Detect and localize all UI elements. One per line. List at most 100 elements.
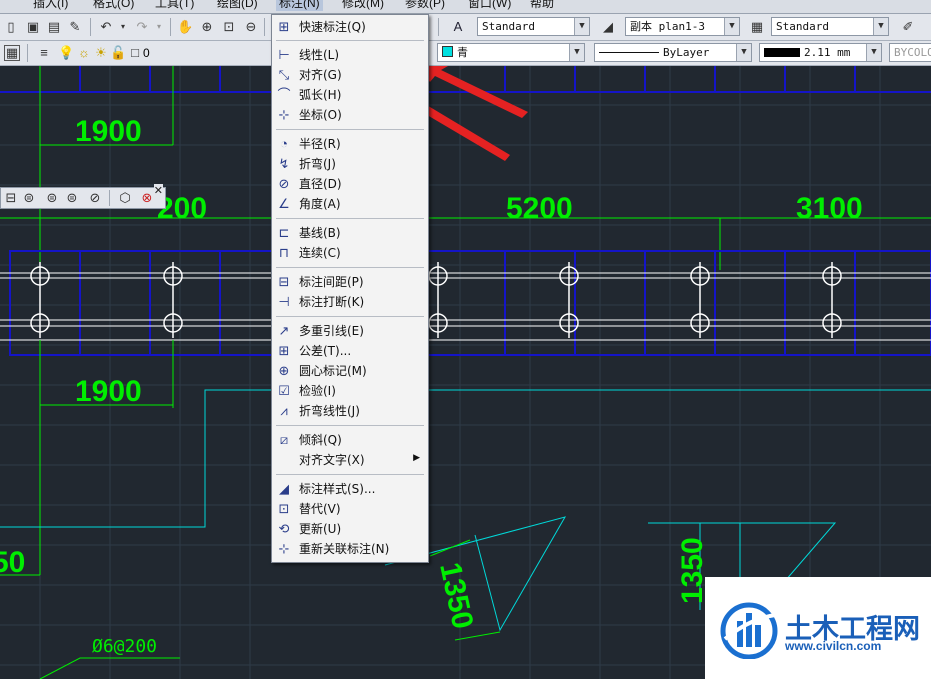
no-icon[interactable]: ⊘ [87,190,103,206]
layer-manager-icon[interactable]: ▦ [4,45,20,61]
menu-item-reassociate[interactable]: ⊹ 重新关联标注(N) [272,540,428,558]
arc-length-icon: ⌒ [277,87,291,102]
dimension-menu: ⊞ 快速标注(Q) ⊢ 线性(L) ⤡ 对齐(G) ⌒ 弧长(H) ⊹ 坐标(O) ◔ 半径… [271,14,429,563]
menu-item-label: 线性(L) [299,48,340,62]
linetype-select[interactable]: ByLayer ▼ [594,43,752,62]
pan-icon[interactable]: ✋ [177,19,193,35]
undo-icon[interactable]: ↶ [98,19,114,35]
plotstyle-select[interactable]: BYCOLOR [889,43,931,62]
dim-style-icon: ◢ [279,481,289,496]
zoom-realtime-icon[interactable]: ⊕ [199,19,215,35]
menu-item-label: 角度(A) [299,197,341,211]
layer-name[interactable]: 0 [143,46,150,60]
menu-item-diameter[interactable]: ⊘ 直径(D) [272,175,428,193]
linetype-sample [599,52,659,53]
cylinder-subtract-icon[interactable]: ⊜ [64,190,80,206]
chevron-down-icon: ▼ [866,44,881,61]
menu-item-continue[interactable]: ⊓ 连续(C) [272,244,428,262]
text-style-select[interactable]: Standard ▼ [477,17,590,36]
menu-item-ordinate[interactable]: ⊹ 坐标(O) [272,106,428,124]
cylinder-icon[interactable]: ⊜ [21,190,37,206]
menu-parameters[interactable]: 参数(P) [405,0,445,11]
menu-item-dim-break[interactable]: ⊣ 标注打断(K) [272,293,428,311]
dim-style-select[interactable]: 副本 plan1-3 ▼ [625,17,740,36]
menu-dimension[interactable]: 标注(N) [276,0,323,11]
menu-item-multileader[interactable]: ↗ 多重引线(E) [272,322,428,340]
menu-item-dim-space[interactable]: ⊟ 标注间距(P) [272,273,428,291]
quick-dimension-icon: ⊞ [278,19,290,34]
menu-item-dim-style[interactable]: ◢ 标注样式(S)... [272,480,428,498]
menu-item-quick-dimension[interactable]: ⊞ 快速标注(Q) [272,18,428,36]
brush-icon[interactable]: ✎ [67,19,83,35]
menu-item-label: 更新(U) [299,522,342,536]
multileader-style-icon[interactable]: ✐ [900,19,916,35]
chevron-down-icon[interactable]: ▾ [115,19,131,35]
chevron-down-icon[interactable]: ▾ [151,19,167,35]
new-file-icon[interactable]: ▯ [3,19,19,35]
table-style-select[interactable]: Standard ▼ [771,17,889,36]
view-icon[interactable]: ⊟ [3,190,19,206]
color-select[interactable]: 青 ▼ [437,43,585,62]
menu-item-arc-length[interactable]: ⌒ 弧长(H) [272,86,428,104]
delete-icon[interactable]: ⊗ [139,190,155,206]
menu-format[interactable]: 格式(O) [93,0,134,11]
bulb-icon[interactable]: 💡 [58,45,74,61]
zoom-window-icon[interactable]: ⊡ [221,19,237,35]
table-style-icon[interactable]: ▦ [749,19,765,35]
match-properties-icon[interactable]: ▤ [46,19,62,35]
freeze-icon[interactable]: ☀ [93,45,109,61]
paste-icon[interactable]: ▣ [25,19,41,35]
text-style-icon[interactable]: A [450,19,466,35]
submenu-arrow-icon: ▶ [413,452,420,462]
center-mark-icon: ⊕ [278,363,290,378]
menu-item-label: 检验(I) [299,384,336,398]
dim-lines-top [0,66,931,270]
menu-item-jogged-linear[interactable]: ⩘ 折弯线性(J) [272,402,428,420]
menu-tools[interactable]: 工具(T) [155,0,194,11]
menu-item-aligned[interactable]: ⤡ 对齐(G) [272,66,428,84]
menu-item-radius[interactable]: ◔ 半径(R) [272,135,428,153]
baseline-icon: ⊏ [278,225,290,240]
menu-item-tolerance[interactable]: ⊞ 公差(T)... [272,342,428,360]
box-icon[interactable]: ⬡ [117,190,133,206]
menu-item-update[interactable]: ⟲ 更新(U) [272,520,428,538]
menu-item-label: 替代(V) [299,502,341,516]
menu-item-label: 多重引线(E) [299,324,364,338]
menu-item-label: 折弯线性(J) [299,404,360,418]
dim-style-icon[interactable]: ◢ [600,19,616,35]
table-style-value: Standard [776,20,829,33]
dim-text-1900-top: 1900 [75,115,142,148]
lineweight-select[interactable]: 2.11 mm ▼ [759,43,882,62]
redo-icon[interactable]: ↷ [134,19,150,35]
menu-insert[interactable]: 插入(I) [33,0,68,11]
watermark: 土木工程网 www.civilcn.com [705,577,931,679]
menu-item-center-mark[interactable]: ⊕ 圆心标记(M) [272,362,428,380]
beam-main [9,250,931,356]
menu-item-label: 重新关联标注(N) [299,542,390,556]
menu-item-override[interactable]: ⊡ 替代(V) [272,500,428,518]
menu-help[interactable]: 帮助 [530,0,554,11]
lock-icon[interactable]: 🔓 [110,45,126,61]
menu-modify[interactable]: 修改(M) [342,0,384,11]
cylinder-add-icon[interactable]: ⊜ [44,190,60,206]
menu-item-angle[interactable]: ∠ 角度(A) [272,195,428,213]
lineweight-sample [764,48,800,57]
menu-item-align-text[interactable]: 对齐文字(X) ▶ [272,451,428,469]
layer-previous-icon[interactable]: ≡ [36,45,52,61]
menu-item-label: 倾斜(Q) [299,433,342,447]
menu-item-inspection[interactable]: ☑ 检验(I) [272,382,428,400]
menu-item-linear[interactable]: ⊢ 线性(L) [272,46,428,64]
menu-window[interactable]: 窗口(W) [468,0,511,11]
close-icon[interactable]: ✕ [153,184,163,197]
menu-draw[interactable]: 绘图(D) [217,0,258,11]
text-style-value: Standard [482,20,535,33]
dim-space-icon: ⊟ [278,274,290,289]
menu-item-jogged[interactable]: ↯ 折弯(J) [272,155,428,173]
zoom-previous-icon[interactable]: ⊖ [243,19,259,35]
sun-icon[interactable]: ☼ [76,45,92,61]
menu-item-oblique[interactable]: ⧄ 倾斜(Q) [272,431,428,449]
menu-item-baseline[interactable]: ⊏ 基线(B) [272,224,428,242]
layer-color-swatch[interactable]: □ [127,45,143,61]
update-icon: ⟲ [278,521,290,536]
chevron-down-icon: ▼ [724,18,739,35]
